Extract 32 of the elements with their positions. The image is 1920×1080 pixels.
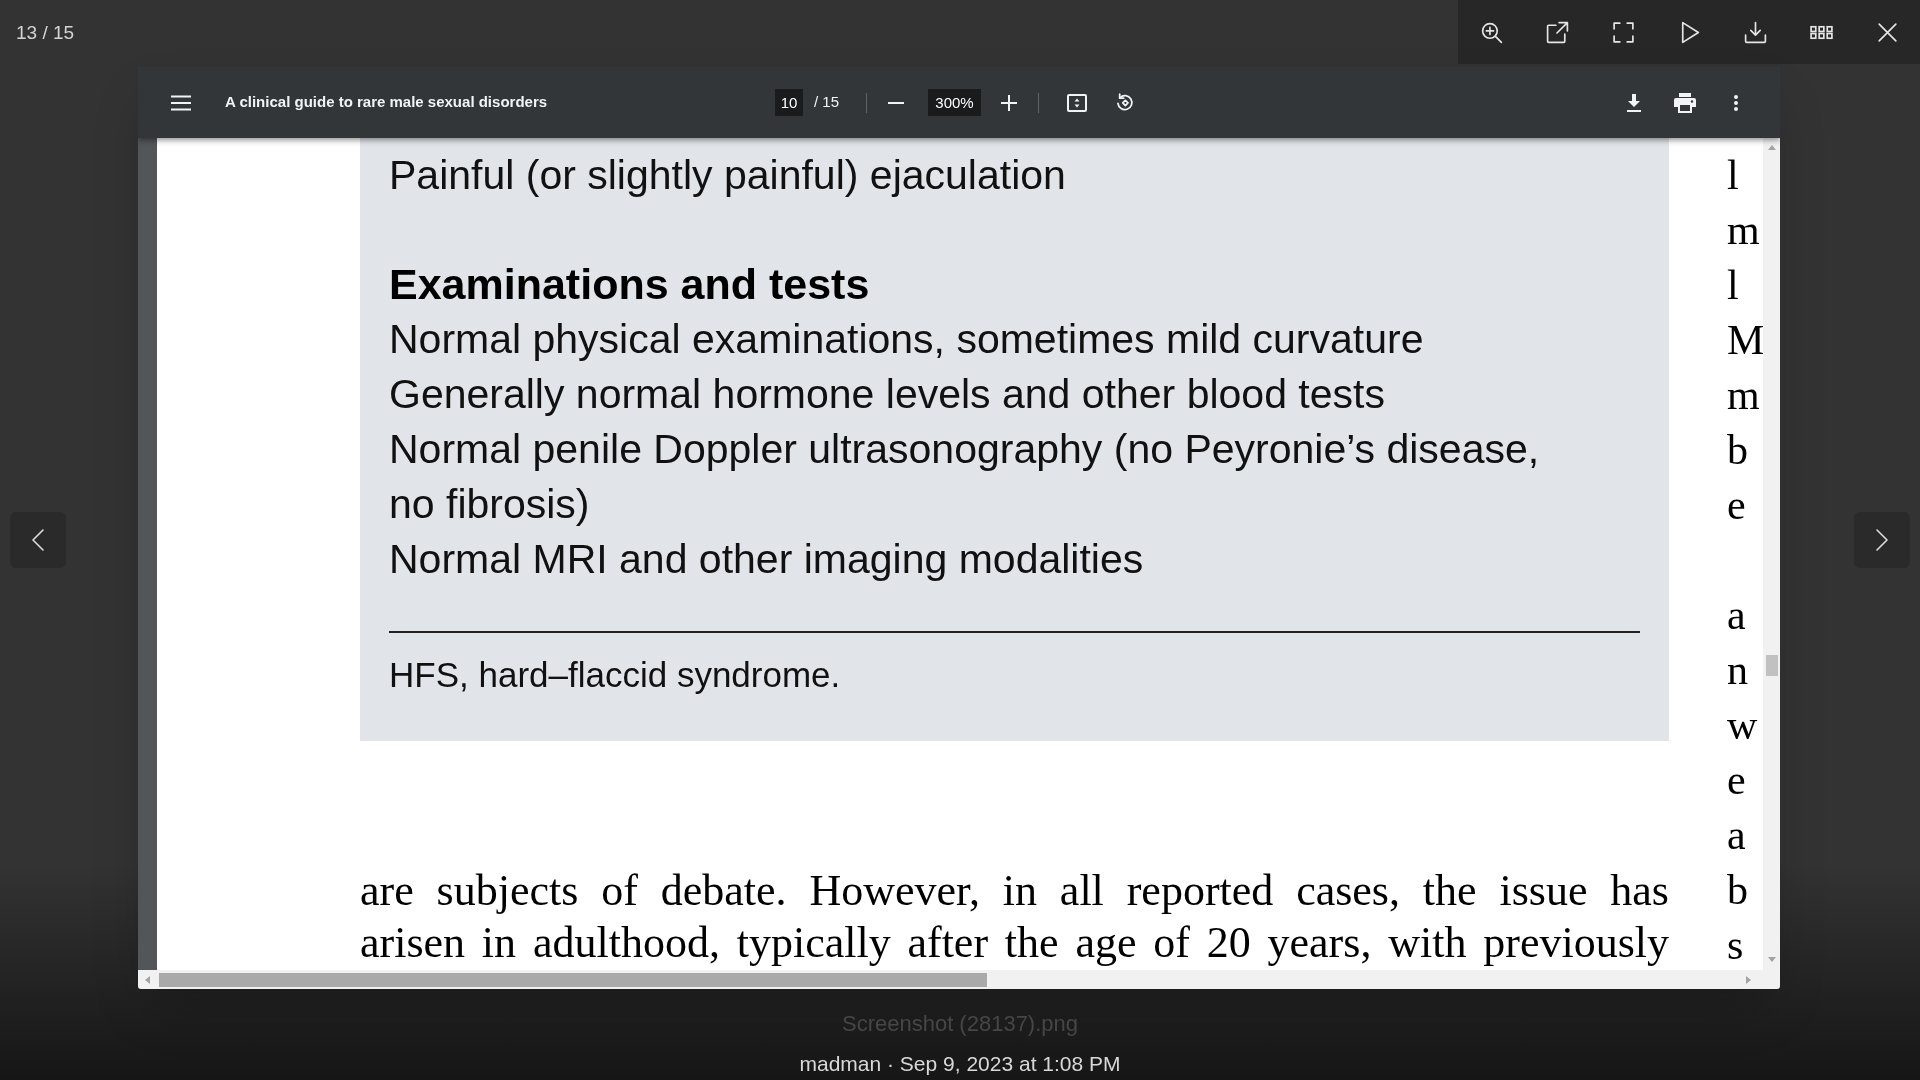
fit-page-icon [1067,93,1088,112]
cut-off-paragraph: a n w e a b s [1727,591,1759,970]
scrollbar-thumb[interactable] [1765,655,1778,676]
footnote: HFS, hard–flaccid syndrome. [389,654,842,696]
body-paragraph: are subjects of debate. However, in all reported cases, the issue has arisen in adulthood, typically after the age of 20 years, with previously [360,865,1669,969]
next-button[interactable] [1854,512,1910,568]
panel-text-line: Normal MRI and other imaging modalities [389,535,1145,584]
scrollbar-thumb[interactable] [159,972,987,987]
external-link-icon [1544,19,1570,45]
caption-byline: madman · Sep 9, 2023 at 1:08 PM [799,1051,1121,1077]
panel-text-line: Painful (or slightly painful) ejaculation [389,151,1067,200]
image-counter: 13 / 15 [15,21,75,45]
previous-button[interactable] [10,512,66,568]
panel-text-line: Normal physical examinations, sometimes mild curvature [389,315,1425,364]
printer-icon [1674,92,1696,113]
chevron-left-icon [32,529,44,551]
menu-icon [171,94,191,111]
download-icon [1626,93,1642,112]
fullscreen-icon [1610,19,1636,45]
page-number-field[interactable]: 10 [775,89,803,116]
page-count: / 15 [814,92,840,113]
document-title: A clinical guide to rare male sexual disorders [225,92,548,113]
zoom-field[interactable]: 300% [928,89,982,116]
more-options-icon [1734,94,1738,111]
cut-off-paragraph: l m l M m b e [1727,151,1763,530]
minus-icon [888,101,905,104]
plus-icon [1001,94,1018,111]
chevron-right-icon [1876,529,1888,551]
panel-heading: Examinations and tests [389,259,871,310]
panel-text-line: Normal penile Doppler ultrasonography (no Peyronie’s disease, no fibrosis) [389,425,1541,529]
tray-download-icon [1742,19,1768,45]
panel-text-line: Generally normal hormone levels and other blood tests [389,370,1386,419]
